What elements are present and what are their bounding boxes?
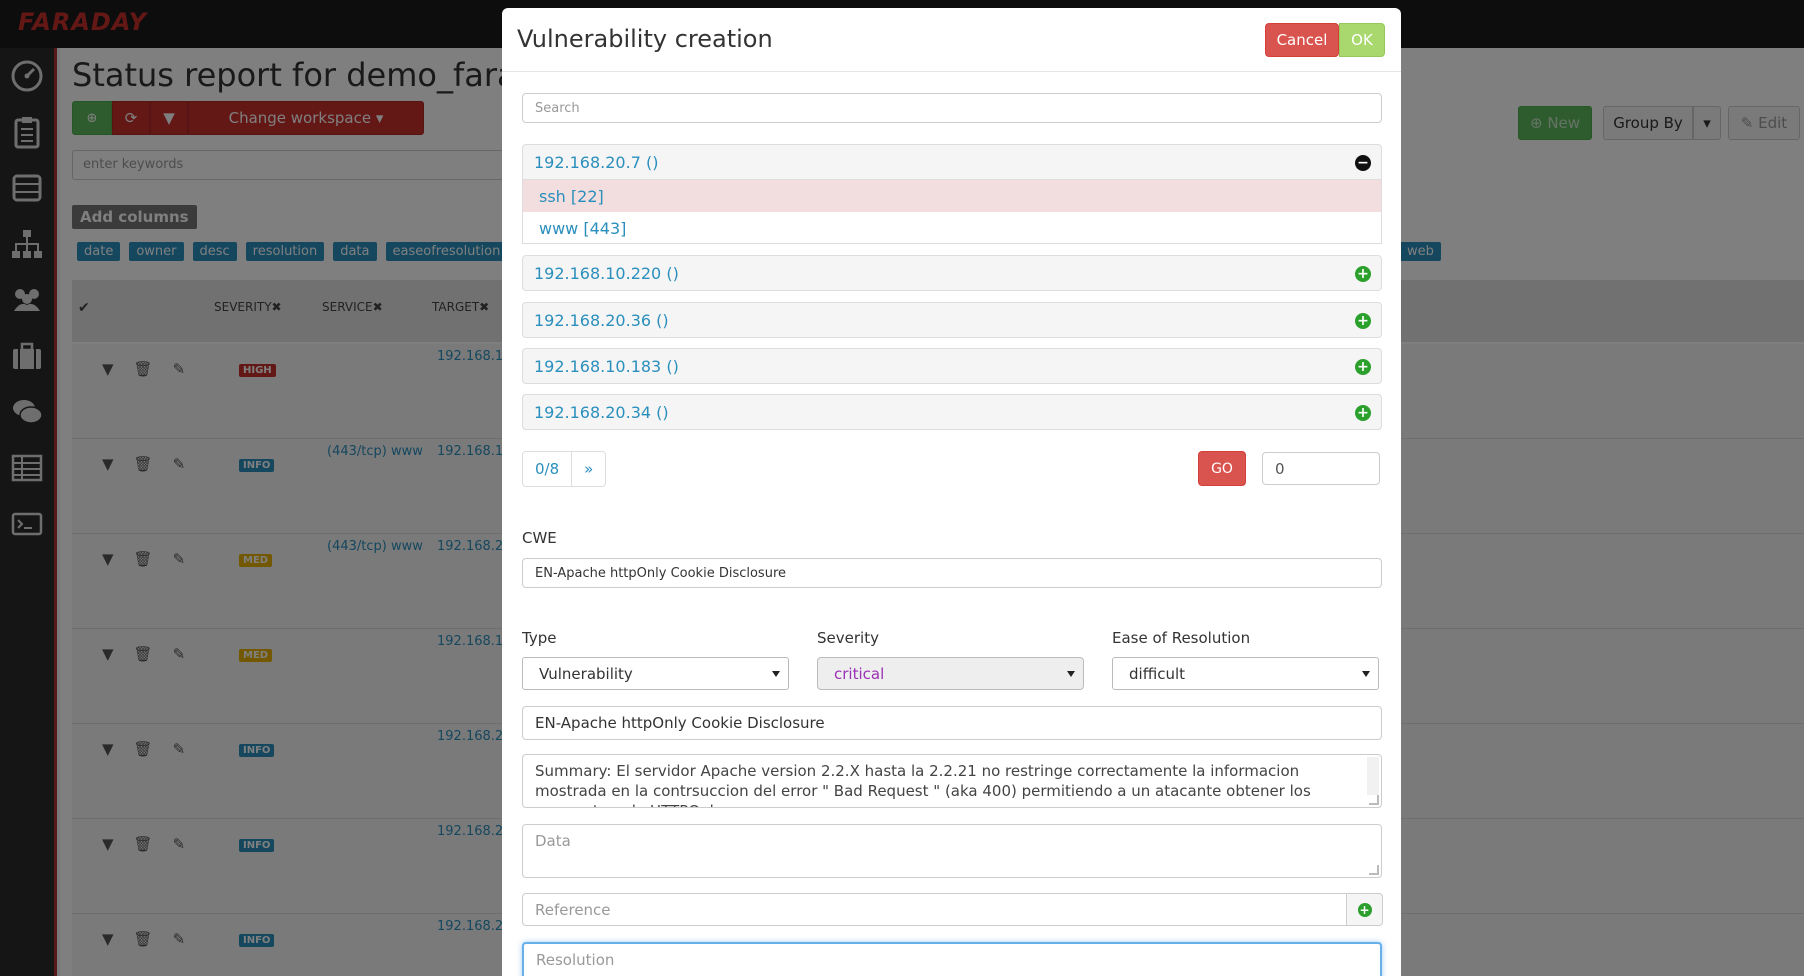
host-item[interactable]: 192.168.10.220 () + [522,255,1382,291]
modal-header: Vulnerability creation Cancel OK [502,8,1401,72]
vulnerability-creation-modal: Vulnerability creation Cancel OK Search … [502,8,1401,976]
type-select[interactable]: Vulnerability [522,657,789,690]
pager-next[interactable]: » [571,452,605,486]
plus-circle-icon: + [1357,902,1372,917]
caret-down-icon [1067,671,1075,677]
ease-of-resolution-label: Ease of Resolution [1112,629,1251,647]
ok-button[interactable]: OK [1339,23,1385,57]
severity-label: Severity [817,629,879,647]
host-label[interactable]: 192.168.20.34 () [534,403,669,422]
expand-icon[interactable]: + [1355,359,1371,375]
expand-icon[interactable]: + [1355,266,1371,282]
host-label[interactable]: 192.168.20.7 () [534,153,658,172]
reference-input[interactable]: Reference [522,893,1348,926]
host-label[interactable]: 192.168.10.183 () [534,357,679,376]
host-item[interactable]: 192.168.20.34 () + [522,394,1382,430]
description-textarea[interactable]: Summary: El servidor Apache version 2.2.… [522,754,1382,808]
page-number-input[interactable]: 0 [1262,452,1380,485]
vuln-name-input[interactable]: EN-Apache httpOnly Cookie Disclosure [522,706,1382,740]
add-reference-button[interactable]: + [1346,893,1383,926]
host-pager: 0/8 » [522,451,607,487]
caret-down-icon [772,671,780,677]
cancel-button[interactable]: Cancel [1265,23,1339,57]
description-scrollbar[interactable] [1367,757,1379,795]
service-item[interactable]: www [443] [523,212,1381,244]
severity-select[interactable]: critical [817,657,1084,690]
host-label[interactable]: 192.168.10.220 () [534,264,679,283]
expand-icon[interactable]: + [1355,313,1371,329]
service-item[interactable]: ssh [22] [523,180,1381,212]
type-label: Type [522,629,557,647]
host-item[interactable]: 192.168.10.183 () + [522,348,1382,384]
resize-handle-icon[interactable] [1369,795,1379,805]
expand-icon[interactable]: + [1355,405,1371,421]
host-item[interactable]: 192.168.20.7 () − [522,144,1382,180]
service-list: ssh [22] www [443] [522,180,1382,244]
ease-of-resolution-select[interactable]: difficult [1112,657,1379,690]
host-search-input[interactable]: Search [522,93,1382,123]
cwe-input[interactable]: EN-Apache httpOnly Cookie Disclosure [522,558,1382,588]
pager-current[interactable]: 0/8 [523,452,571,486]
modal-title: Vulnerability creation [517,25,773,53]
host-item[interactable]: 192.168.20.36 () + [522,302,1382,338]
data-textarea[interactable]: Data [522,824,1382,878]
collapse-icon[interactable]: − [1355,155,1371,171]
resolution-textarea[interactable]: Resolution [522,942,1382,976]
caret-down-icon [1362,671,1370,677]
cwe-label: CWE [522,529,557,547]
go-button[interactable]: GO [1198,451,1246,486]
resize-handle-icon[interactable] [1369,865,1379,875]
host-label[interactable]: 192.168.20.36 () [534,311,669,330]
